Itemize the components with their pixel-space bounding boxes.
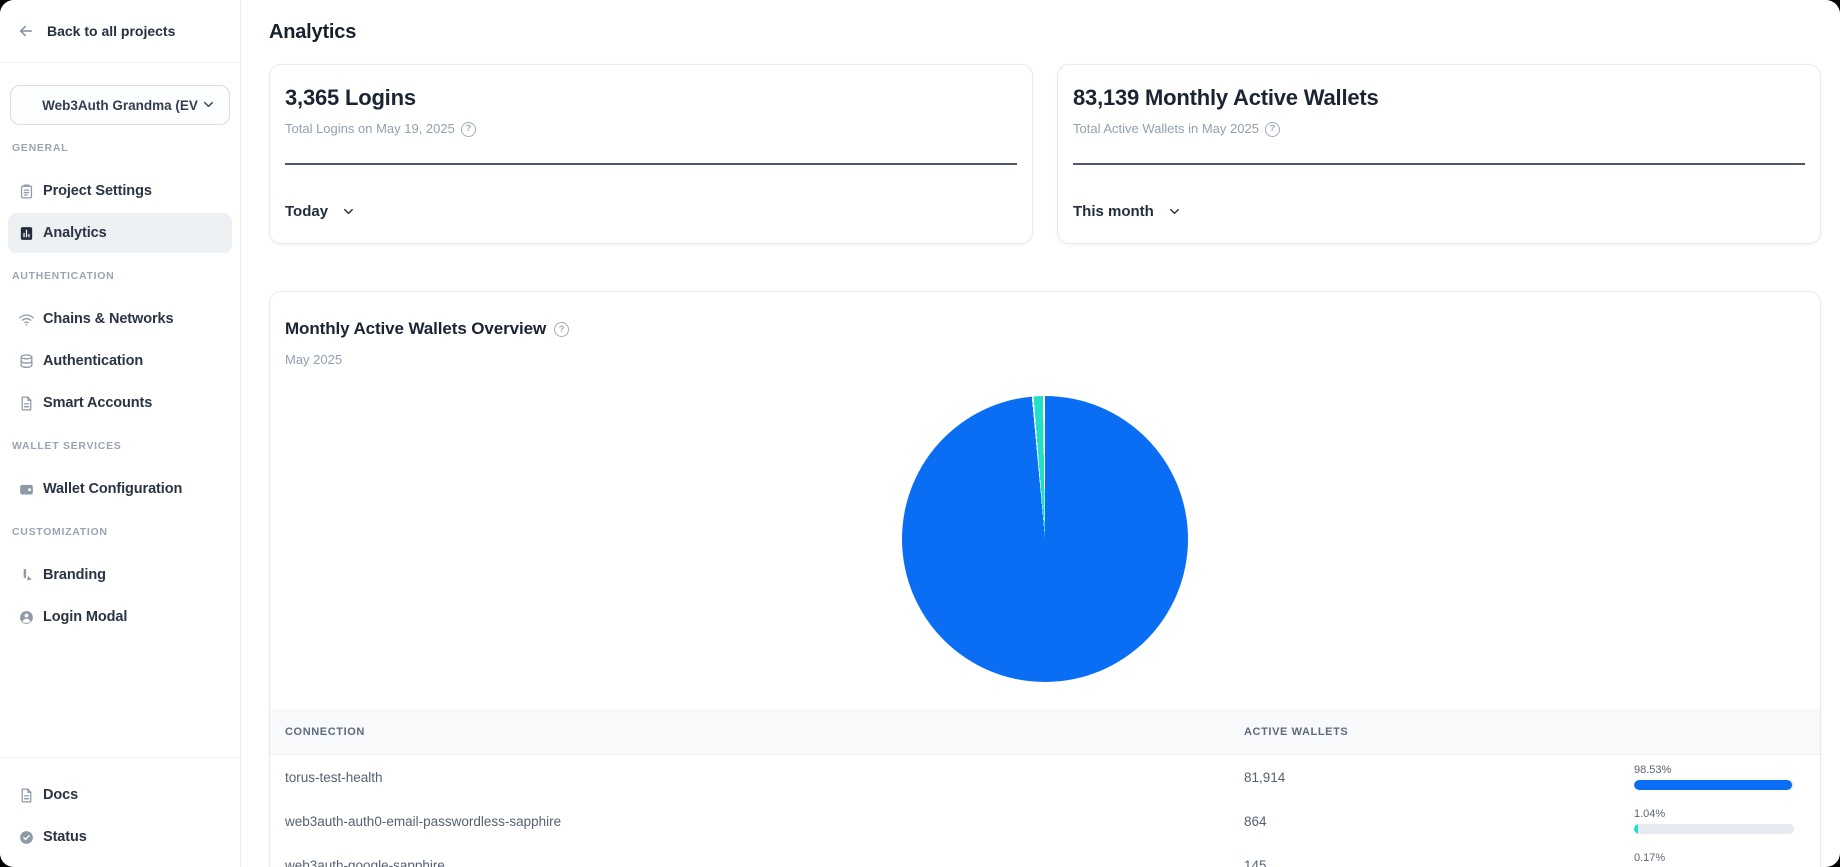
wifi-icon [18, 311, 35, 328]
column-header-active-wallets: ACTIVE WALLETS [1244, 726, 1634, 738]
sidebar-item-label: Chains & Networks [43, 311, 173, 327]
docs-icon [18, 787, 35, 804]
section-label-wallet-services: WALLET SERVICES [0, 425, 240, 467]
app-window: Back to all projects Web3Auth Grandma (E… [0, 0, 1840, 867]
sidebar-item-login-modal[interactable]: Login Modal [8, 597, 232, 637]
sidebar-item-smart-accounts[interactable]: Smart Accounts [8, 383, 232, 423]
active-wallets-cell: 81,914 [1244, 770, 1634, 785]
sidebar-item-label: Authentication [43, 353, 143, 369]
percent-cell: 98.53% [1634, 764, 1794, 790]
project-name: Web3Auth Grandma (EV [42, 98, 198, 113]
wallet-icon [18, 481, 35, 498]
table-row-torus-test-health: torus-test-health81,91498.53% [285, 755, 1805, 799]
sidebar-item-label: Project Settings [43, 183, 152, 199]
project-selector[interactable]: Web3Auth Grandma (EV [10, 85, 230, 125]
stat-card-83-139-monthly-active-wallets: 83,139 Monthly Active Wallets Total Activ… [1057, 64, 1821, 244]
divider [1073, 163, 1805, 165]
main-content: Analytics 3,365 Logins Total Logins on Ma… [241, 0, 1840, 867]
page-title: Analytics [269, 20, 1821, 44]
sidebar-item-label: Docs [43, 787, 78, 803]
sidebar-item-label: Branding [43, 567, 106, 583]
percent-bar-fill [1634, 824, 1638, 834]
connection-cell: web3auth-google-sapphire [285, 858, 1244, 867]
sidebar-item-analytics[interactable]: Analytics [8, 213, 232, 253]
column-header-connection: CONNECTION [285, 726, 1244, 738]
overview-card: Monthly Active Wallets Overview ? May 20… [269, 291, 1821, 867]
overview-title: Monthly Active Wallets Overview [285, 318, 546, 340]
active-wallets-cell: 145 [1244, 858, 1634, 867]
sidebar-item-label: Smart Accounts [43, 395, 152, 411]
sidebar-item-project-settings[interactable]: Project Settings [8, 171, 232, 211]
period-label: Today [285, 203, 328, 220]
section-label-authentication: AUTHENTICATION [0, 255, 240, 297]
sidebar-item-label: Login Modal [43, 609, 127, 625]
chevron-down-icon [201, 97, 216, 117]
percent-label: 98.53% [1634, 764, 1794, 776]
clipboard-icon [18, 183, 35, 200]
table-row-web3auth-google-sapphire: web3auth-google-sapphire1450.17% [285, 843, 1805, 867]
arrow-left-icon [17, 22, 35, 40]
user-icon [18, 609, 35, 626]
sidebar: Back to all projects Web3Auth Grandma (E… [0, 0, 241, 867]
period-dropdown[interactable]: This month [1073, 203, 1182, 220]
database-icon [18, 353, 35, 370]
stat-subtitle: Total Logins on May 19, 2025 [285, 121, 455, 137]
percent-bar-track [1634, 780, 1794, 790]
sidebar-item-label: Wallet Configuration [43, 481, 182, 497]
active-wallets-pie-chart [902, 396, 1188, 682]
chevron-down-icon [341, 204, 356, 219]
sidebar-nav: GENERAL Project Settings Analytics AUTHENTI… [0, 125, 240, 639]
percent-cell: 0.17% [1634, 852, 1794, 867]
stat-subtitle: Total Active Wallets in May 2025 [1073, 121, 1259, 137]
table-header: CONNECTION ACTIVE WALLETS [270, 709, 1820, 755]
connection-cell: web3auth-auth0-email-passwordless-sapphi… [285, 814, 1244, 829]
sidebar-item-label: Analytics [43, 225, 107, 241]
help-icon[interactable]: ? [554, 322, 569, 337]
help-icon[interactable]: ? [1265, 122, 1280, 137]
period-label: This month [1073, 203, 1154, 220]
stat-cards-row: 3,365 Logins Total Logins on May 19, 2025… [269, 64, 1821, 244]
help-icon[interactable]: ? [461, 122, 476, 137]
stat-value-title: 83,139 Monthly Active Wallets [1073, 85, 1805, 111]
back-label: Back to all projects [47, 23, 175, 39]
document-icon [18, 395, 35, 412]
stat-value-title: 3,365 Logins [285, 85, 1017, 111]
chevron-down-icon [1167, 204, 1182, 219]
brush-icon [18, 567, 35, 584]
section-label-customization: CUSTOMIZATION [0, 511, 240, 553]
period-dropdown[interactable]: Today [285, 203, 356, 220]
section-label-general: GENERAL [0, 127, 240, 169]
percent-label: 1.04% [1634, 808, 1794, 820]
back-to-projects-link[interactable]: Back to all projects [0, 0, 240, 63]
connection-cell: torus-test-health [285, 770, 1244, 785]
sidebar-item-chains-networks[interactable]: Chains & Networks [8, 299, 232, 339]
percent-cell: 1.04% [1634, 808, 1794, 834]
sidebar-item-label: Status [43, 829, 87, 845]
check-icon [18, 829, 35, 846]
sidebar-footer: Docs Status [0, 757, 240, 867]
overview-subtitle: May 2025 [285, 352, 1805, 368]
sidebar-item-docs[interactable]: Docs [8, 775, 232, 815]
percent-bar-track [1634, 824, 1794, 834]
sidebar-item-status[interactable]: Status [8, 817, 232, 857]
sidebar-item-branding[interactable]: Branding [8, 555, 232, 595]
divider [285, 163, 1017, 165]
stat-card-3-365-logins: 3,365 Logins Total Logins on May 19, 2025… [269, 64, 1033, 244]
percent-bar-fill [1634, 780, 1792, 790]
sidebar-item-wallet-configuration[interactable]: Wallet Configuration [8, 469, 232, 509]
percent-label: 0.17% [1634, 852, 1794, 864]
table-row-web3auth-auth0-email-passwordless-sapphire: web3auth-auth0-email-passwordless-sapphi… [285, 799, 1805, 843]
analytics-icon [18, 225, 35, 242]
sidebar-item-authentication[interactable]: Authentication [8, 341, 232, 381]
active-wallets-cell: 864 [1244, 814, 1634, 829]
table-body: torus-test-health81,91498.53% web3auth-au… [285, 755, 1805, 867]
